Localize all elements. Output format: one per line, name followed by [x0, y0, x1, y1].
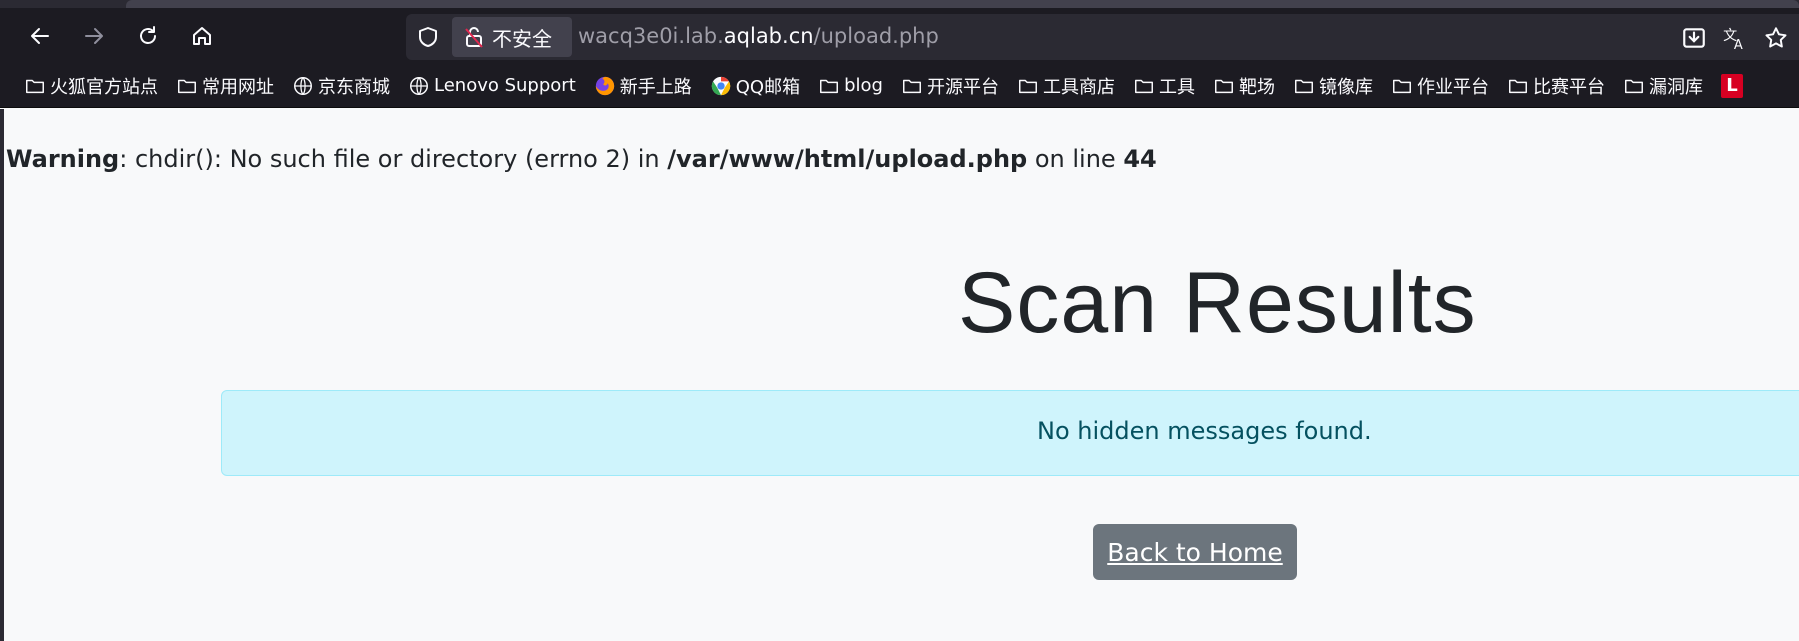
alert-message: No hidden messages found. [1037, 417, 1372, 445]
arrow-left-icon [31, 28, 49, 44]
bookmark-item[interactable]: 京东商城 [292, 73, 390, 99]
folder-icon [1508, 79, 1527, 93]
qqmail-icon [711, 76, 730, 95]
reload-icon [140, 26, 156, 44]
shield-icon[interactable] [416, 25, 440, 49]
url-bar[interactable]: 不安全 wacq3e0i.lab.aqlab.cn/upload.php 文A [406, 14, 1799, 60]
home-icon [193, 27, 211, 45]
folder-icon [178, 79, 196, 93]
folder-icon [1294, 79, 1313, 93]
bookmark-label: 工具 [1158, 76, 1195, 98]
bookmark-label: 比赛平台 [1532, 76, 1605, 98]
bookmark-label: 作业平台 [1416, 76, 1489, 98]
arrow-right-icon [85, 28, 103, 44]
bookmark-label: 靶场 [1238, 76, 1275, 98]
bookmark-item[interactable]: QQ邮箱 [710, 73, 800, 99]
bookmark-item[interactable]: 工具商店 [1017, 73, 1115, 99]
firefox-icon [595, 76, 614, 95]
globe-icon [294, 76, 312, 95]
folder-icon [902, 79, 921, 93]
info-alert: No hidden messages found. [221, 390, 1799, 476]
folder-icon [1134, 79, 1153, 93]
page-content: Warning: chdir(): No such file or direct… [4, 109, 1799, 641]
bookmark-label: QQ邮箱 [735, 76, 801, 98]
bookmark-item[interactable]: 镜像库 [1293, 73, 1373, 99]
folder-icon [1018, 79, 1037, 93]
bookmark-item[interactable]: 作业平台 [1391, 73, 1489, 99]
bookmark-item[interactable]: 常用网址 [176, 73, 274, 99]
warning-label: Warning [6, 145, 120, 173]
page-title: Scan Results [958, 255, 1477, 351]
bookmark-item[interactable]: 新手上路 [594, 73, 692, 99]
warning-on-line: on line [1027, 145, 1124, 173]
site-security-indicator[interactable]: 不安全 [452, 17, 572, 57]
folder-icon [26, 79, 44, 93]
bookmark-item[interactable]: blog [818, 75, 883, 97]
broken-lock-icon [465, 27, 483, 48]
folder-icon [1624, 79, 1643, 93]
bookmark-label: 火狐官方站点 [50, 76, 158, 98]
bookmark-item[interactable]: 开源平台 [901, 73, 999, 99]
warning-message: : chdir(): No such file or directory (er… [119, 145, 668, 173]
bookmark-label: 工具商店 [1042, 76, 1115, 98]
bookmark-item[interactable]: 漏洞库 [1623, 73, 1703, 99]
bookmark-label: Lenovo Support [434, 75, 576, 96]
bookmark-label: 新手上路 [619, 76, 692, 98]
url-prefix: wacq3e0i.lab. [578, 24, 724, 48]
back-to-home-button[interactable]: Back to Home [1093, 524, 1297, 580]
home-button[interactable] [184, 18, 220, 54]
warning-path: /var/www/html/upload.php [667, 145, 1028, 173]
bookmark-label: 漏洞库 [1648, 76, 1703, 98]
bookmark-item[interactable]: 工具 [1133, 73, 1195, 99]
svg-text:A: A [1734, 38, 1743, 51]
star-icon[interactable] [1763, 25, 1789, 51]
bookmark-item[interactable]: Lenovo Support [408, 75, 576, 97]
bookmark-label: blog [844, 75, 883, 96]
bookmark-label: 镜像库 [1318, 76, 1373, 98]
tab-strip-edge [126, 0, 1799, 8]
back-button[interactable] [22, 18, 58, 54]
bookmark-label: 常用网址 [202, 76, 274, 98]
security-label: 不安全 [492, 26, 552, 51]
bookmark-label: 开源平台 [926, 76, 999, 98]
warning-line: 44 [1123, 145, 1157, 173]
browser-toolbar: 不安全 wacq3e0i.lab.aqlab.cn/upload.php 文A [0, 8, 1799, 64]
download-icon[interactable] [1681, 25, 1707, 51]
bookmark-item[interactable]: 靶场 [1213, 73, 1275, 99]
tab-strip [0, 0, 1799, 8]
bookmarks-toolbar: 火狐官方站点 常用网址 京东商城 Lenovo Support 新手上路 QQ邮… [0, 64, 1799, 108]
forward-button[interactable] [76, 18, 112, 54]
php-warning: Warning: chdir(): No such file or direct… [6, 145, 1157, 173]
folder-icon [1214, 79, 1233, 93]
bookmark-overflow-item[interactable]: L [1720, 73, 1743, 98]
folder-icon [820, 79, 839, 93]
url-text[interactable]: wacq3e0i.lab.aqlab.cn/upload.php [578, 24, 939, 48]
bookmark-item[interactable]: 比赛平台 [1507, 73, 1605, 99]
translate-icon[interactable]: 文A [1722, 25, 1748, 51]
folder-icon [1392, 79, 1411, 93]
url-path: /upload.php [813, 24, 939, 48]
globe-icon [410, 76, 428, 95]
bookmark-label: 京东商城 [318, 76, 390, 98]
url-host: aqlab.cn [723, 24, 814, 48]
bookmark-item[interactable]: 火狐官方站点 [24, 73, 158, 99]
reload-button[interactable] [130, 18, 166, 54]
